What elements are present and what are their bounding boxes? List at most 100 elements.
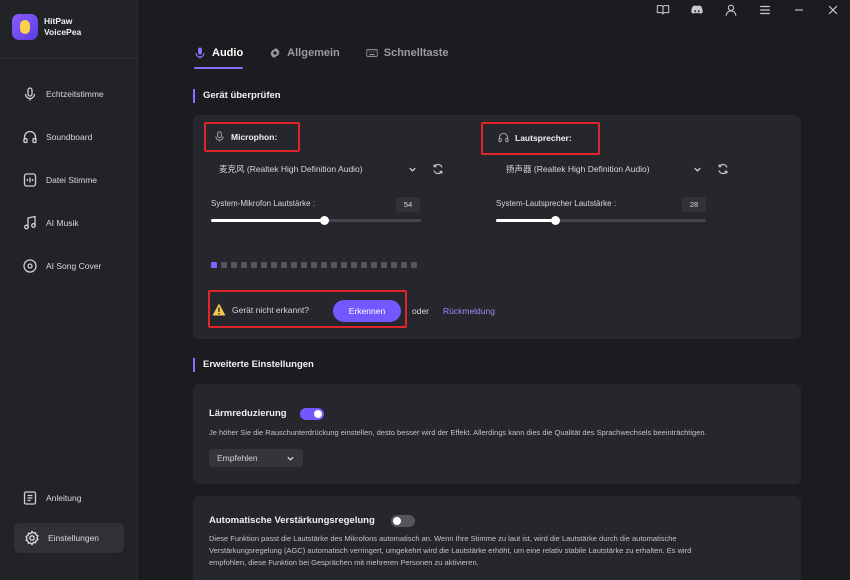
file-voice-icon	[23, 172, 37, 187]
mic-wave-icon	[24, 86, 36, 100]
speaker-volume-value[interactable]: 28	[682, 197, 706, 212]
sidebar-item-anleitung[interactable]: Anleitung	[0, 483, 138, 513]
agc-description: Diese Funktion passt die Lautstärke des …	[209, 533, 794, 569]
level-meter-segment	[291, 262, 297, 268]
level-meter-segment	[311, 262, 317, 268]
app-logo-icon	[12, 14, 38, 40]
close-button[interactable]	[816, 0, 850, 20]
sidebar-bottom: Anleitung Einstellungen	[0, 483, 138, 553]
microphone-device-select[interactable]: 麦克风 (Realtek High Definition Audio)	[215, 159, 421, 179]
level-meter-segment	[411, 262, 417, 268]
sidebar-item-echtzeitstimme[interactable]: Echtzeitstimme	[0, 72, 138, 115]
speaker-volume-fill	[496, 219, 555, 222]
level-meter-segment	[301, 262, 307, 268]
sidebar-nav: Echtzeitstimme Soundboard Datei Stimme A…	[0, 72, 138, 287]
guide-book-button[interactable]	[646, 0, 680, 20]
headphones-icon	[498, 132, 509, 143]
chevron-down-icon	[287, 456, 294, 461]
brand-name-line2: VoicePea	[44, 27, 82, 37]
tab-label: Allgemein	[287, 47, 340, 59]
window-toolbar	[646, 0, 850, 20]
noise-reduction-toggle[interactable]	[300, 408, 324, 420]
minimize-icon	[795, 9, 803, 11]
level-meter-segment	[341, 262, 347, 268]
agc-description-line1: Diese Funktion passt die Lautstärke des …	[209, 534, 677, 543]
speaker-device-value: 扬声器 (Realtek High Definition Audio)	[506, 164, 650, 174]
keyboard-icon	[366, 49, 378, 57]
level-meter-segment	[271, 262, 277, 268]
tab-label: Audio	[212, 47, 244, 59]
refresh-microphone-icon[interactable]	[432, 163, 444, 175]
level-meter-segment	[261, 262, 267, 268]
level-meter-segment	[241, 262, 247, 268]
device-not-detected-text: Gerät nicht erkannt?	[232, 305, 310, 315]
sidebar-item-label: Echtzeitstimme	[46, 88, 104, 99]
user-icon	[725, 4, 737, 16]
speaker-volume-handle[interactable]	[550, 216, 560, 225]
discord-button[interactable]	[680, 0, 714, 20]
sidebar-divider	[0, 58, 138, 59]
section-title-device-check: Gerät überprüfen	[193, 89, 281, 103]
sidebar-item-soundboard[interactable]: Soundboard	[0, 115, 138, 158]
level-meter-segment	[331, 262, 337, 268]
brand-name-line1: HitPaw	[44, 16, 73, 26]
feedback-link[interactable]: Rückmeldung	[443, 306, 495, 316]
sidebar-item-label: Datei Stimme	[46, 174, 98, 185]
microphone-volume-slider[interactable]	[211, 216, 421, 225]
level-meter-segment	[211, 262, 217, 268]
menu-button[interactable]	[748, 0, 782, 20]
speaker-label: Lautsprecher:	[498, 132, 572, 143]
level-meter-segment	[351, 262, 357, 268]
gear-icon	[270, 47, 280, 59]
vinyl-icon	[23, 258, 37, 273]
level-meter-segment	[361, 262, 367, 268]
level-meter-segment	[321, 262, 327, 268]
level-meter-segment	[371, 262, 377, 268]
sidebar-item-ai-musik[interactable]: AI Musik	[0, 201, 138, 244]
or-text: oder	[412, 306, 430, 316]
sidebar-item-label: Einstellungen	[48, 533, 100, 543]
noise-level-value: Empfehlen	[217, 453, 258, 463]
brand: HitPaw VoicePea	[12, 14, 81, 40]
mic-icon	[195, 47, 205, 59]
microphone-volume-fill	[211, 219, 325, 222]
noise-reduction-description: Je höher Sie die Rauschunterdrückung ein…	[209, 428, 707, 437]
account-button[interactable]	[714, 0, 748, 20]
agc-toggle[interactable]	[391, 515, 415, 527]
tab-audio[interactable]: Audio	[194, 44, 244, 69]
speaker-volume-slider[interactable]	[496, 216, 706, 225]
tab-allgemein[interactable]: Allgemein	[269, 44, 340, 62]
sidebar-item-datei-stimme[interactable]: Datei Stimme	[0, 158, 138, 201]
toggle-knob	[314, 410, 322, 418]
noise-level-dropdown[interactable]: Empfehlen	[209, 449, 303, 467]
refresh-speaker-icon[interactable]	[717, 163, 729, 175]
sidebar-item-label: Soundboard	[46, 131, 93, 142]
input-level-meter	[211, 262, 421, 268]
speaker-volume-label: System-Lautsprecher Lautstärke :	[496, 199, 617, 208]
sidebar-item-einstellungen[interactable]: Einstellungen	[14, 523, 124, 553]
open-book-icon	[656, 5, 670, 15]
agc-description-line2: Verstärkungsregelung (AGC) automatisch v…	[209, 546, 692, 555]
music-note-icon	[24, 215, 36, 229]
microphone-device-value: 麦克风 (Realtek High Definition Audio)	[219, 164, 363, 174]
level-meter-segment	[251, 262, 257, 268]
level-meter-segment	[391, 262, 397, 268]
sidebar: HitPaw VoicePea Echtzeitstimme Soundboar…	[0, 0, 138, 580]
detect-button[interactable]: Erkennen	[333, 300, 401, 322]
speaker-device-select[interactable]: 扬声器 (Realtek High Definition Audio)	[502, 159, 706, 179]
book-icon	[23, 491, 37, 505]
agc-title: Automatische Verstärkungsregelung	[209, 515, 375, 526]
level-meter-segment	[221, 262, 227, 268]
agc-description-line3: empfohlen, diese Funktion bei Gesprächen…	[209, 558, 479, 567]
tab-schnelltaste[interactable]: Schnelltaste	[366, 44, 449, 62]
sidebar-item-label: AI Musik	[46, 217, 79, 228]
tab-label: Schnelltaste	[383, 47, 449, 59]
close-icon	[828, 5, 838, 15]
sidebar-item-ai-song-cover[interactable]: AI Song Cover	[0, 244, 138, 287]
minimize-button[interactable]	[782, 0, 816, 20]
microphone-volume-value[interactable]: 54	[396, 197, 420, 212]
level-meter-segment	[401, 262, 407, 268]
level-meter-segment	[381, 262, 387, 268]
warning-icon	[212, 303, 226, 316]
headphones-icon	[23, 130, 37, 143]
